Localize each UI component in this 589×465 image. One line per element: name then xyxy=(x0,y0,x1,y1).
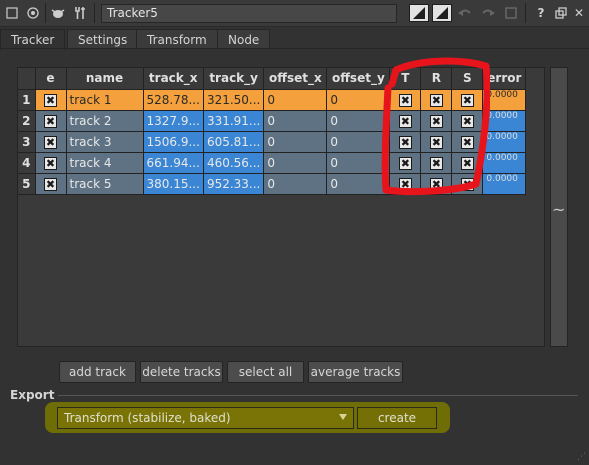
tab-node[interactable]: Node xyxy=(217,29,271,49)
export-type-dropdown[interactable]: Transform (stabilize, baked) xyxy=(57,407,354,429)
float-icon[interactable] xyxy=(551,4,571,22)
track-name-cell[interactable]: track 1 xyxy=(66,89,144,111)
track-name-cell[interactable]: track 2 xyxy=(66,110,144,132)
track-x-cell[interactable]: 1506.9... xyxy=(143,131,204,153)
enabled-checkbox[interactable]: ✖ xyxy=(35,152,67,174)
enabled-checkbox[interactable]: ✖ xyxy=(35,110,67,132)
row-number: 4 xyxy=(18,152,36,174)
export-divider xyxy=(58,395,578,396)
color-swatch-icon[interactable] xyxy=(409,4,429,22)
track-y-cell[interactable]: 952.33... xyxy=(203,173,265,195)
tab-transform[interactable]: Transform xyxy=(136,29,218,49)
tab-tracker[interactable]: Tracker xyxy=(0,29,66,50)
track-y-cell[interactable]: 605.81... xyxy=(203,131,265,153)
centre-icon[interactable] xyxy=(23,4,43,22)
header-track-x[interactable]: track_x xyxy=(143,68,204,90)
delete-tracks-button[interactable]: delete tracks xyxy=(140,361,223,383)
red-annotation-outline xyxy=(381,57,490,196)
track-x-cell[interactable]: 380.15... xyxy=(143,173,204,195)
color-swatch-icon[interactable] xyxy=(432,4,452,22)
close-icon[interactable]: ✕ xyxy=(569,4,589,22)
titlebar-divider xyxy=(525,3,526,23)
title-bar: Tracker5 ? ✕ xyxy=(0,0,589,27)
row-number: 2 xyxy=(18,110,36,132)
enabled-checkbox[interactable]: ✖ xyxy=(35,131,67,153)
node-name-field[interactable]: Tracker5 xyxy=(101,4,397,23)
checkbox-checked-icon: ✖ xyxy=(44,156,57,170)
header-name[interactable]: name xyxy=(66,68,144,90)
track-name-cell[interactable]: track 3 xyxy=(66,131,144,153)
titlebar-divider xyxy=(45,3,46,23)
offset-x-cell[interactable]: 0 xyxy=(263,110,328,132)
curve-icon[interactable]: ~ xyxy=(552,200,565,219)
checkbox-checked-icon: ✖ xyxy=(44,93,57,107)
add-track-button[interactable]: add track xyxy=(59,361,136,383)
offset-x-cell[interactable]: 0 xyxy=(263,173,328,195)
checkbox-checked-icon: ✖ xyxy=(44,177,57,191)
row-number: 1 xyxy=(18,89,36,111)
create-button[interactable]: create xyxy=(357,407,437,429)
redo-icon[interactable] xyxy=(478,4,498,22)
row-number: 5 xyxy=(18,173,36,195)
track-x-cell[interactable]: 528.78... xyxy=(143,89,204,111)
bug-icon[interactable] xyxy=(48,4,68,22)
offset-x-cell[interactable]: 0 xyxy=(263,131,328,153)
checkbox-checked-icon: ✖ xyxy=(44,114,57,128)
wrench-icon[interactable] xyxy=(70,4,90,22)
view-toggle-icon[interactable] xyxy=(2,4,22,22)
track-x-cell[interactable]: 1327.9... xyxy=(143,110,204,132)
undo-icon[interactable] xyxy=(455,4,475,22)
export-section-label: Export xyxy=(10,388,55,402)
export-type-value: Transform (stabilize, baked) xyxy=(64,411,231,425)
header-row-number xyxy=(18,68,36,90)
revert-icon[interactable] xyxy=(501,4,521,22)
track-x-cell[interactable]: 661.94... xyxy=(143,152,204,174)
tab-settings[interactable]: Settings xyxy=(67,29,139,49)
tab-bar: Tracker Settings Transform Node xyxy=(0,29,589,50)
enabled-checkbox[interactable]: ✖ xyxy=(35,89,67,111)
titlebar-divider xyxy=(94,3,95,23)
track-name-cell[interactable]: track 4 xyxy=(66,152,144,174)
track-y-cell[interactable]: 331.91... xyxy=(203,110,265,132)
track-name-cell[interactable]: track 5 xyxy=(66,173,144,195)
track-y-cell[interactable]: 321.50... xyxy=(203,89,265,111)
row-number: 3 xyxy=(18,131,36,153)
resize-grip-icon[interactable]: ⋰ xyxy=(577,452,586,462)
help-icon[interactable]: ? xyxy=(531,4,551,22)
checkbox-checked-icon: ✖ xyxy=(44,135,57,149)
tab-underline xyxy=(0,48,589,49)
header-offset-x[interactable]: offset_x xyxy=(263,68,328,90)
average-tracks-button[interactable]: average tracks xyxy=(308,361,403,383)
offset-x-cell[interactable]: 0 xyxy=(263,89,328,111)
enabled-checkbox[interactable]: ✖ xyxy=(35,173,67,195)
header-track-y[interactable]: track_y xyxy=(203,68,265,90)
track-y-cell[interactable]: 460.56... xyxy=(203,152,265,174)
header-enabled[interactable]: e xyxy=(35,68,67,90)
select-all-button[interactable]: select all xyxy=(227,361,304,383)
offset-x-cell[interactable]: 0 xyxy=(263,152,328,174)
dropdown-arrow-icon xyxy=(339,414,347,420)
